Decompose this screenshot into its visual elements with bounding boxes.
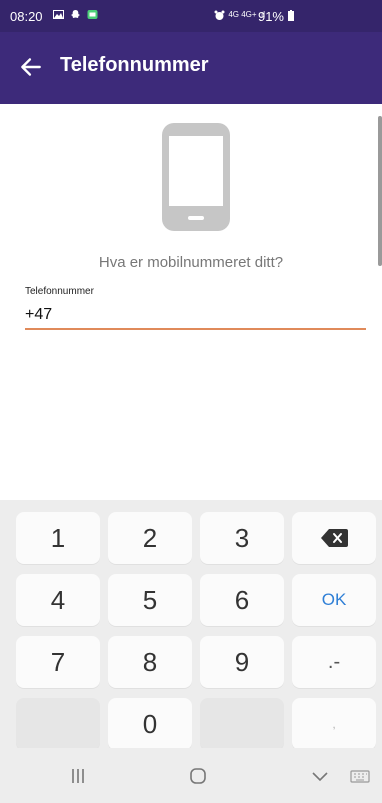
blank-key-right — [200, 698, 284, 750]
key-3[interactable]: 3 — [200, 512, 284, 564]
phone-question: Hva er mobilnummeret ditt? — [98, 254, 284, 271]
page-title: Telefonnummer — [60, 54, 209, 76]
key-1[interactable]: 1 — [16, 512, 100, 564]
key-4[interactable]: 4 — [16, 574, 100, 626]
gallery-icon — [53, 10, 64, 19]
key-5[interactable]: 5 — [108, 574, 192, 626]
numeric-keyboard: 1 2 3 4 5 6 OK 7 8 9 .- 0 , — [0, 500, 382, 750]
status-bar: 08:20 4G 4G+ .ıl 91% — [0, 0, 382, 32]
back-arrow-icon[interactable] — [18, 54, 44, 80]
phone-number-input[interactable] — [25, 302, 366, 330]
recent-apps-icon[interactable] — [66, 764, 90, 788]
home-icon[interactable] — [186, 764, 210, 788]
system-nav-bar — [0, 748, 382, 803]
key-9[interactable]: 9 — [200, 636, 284, 688]
key-8[interactable]: 8 — [108, 636, 192, 688]
key-2[interactable]: 2 — [108, 512, 192, 564]
smartphone-icon — [162, 123, 230, 231]
blank-key-left — [16, 698, 100, 750]
ok-key[interactable]: OK — [292, 574, 376, 626]
key-7[interactable]: 7 — [16, 636, 100, 688]
keyboard-icon[interactable] — [348, 764, 372, 788]
back-chevron-icon[interactable] — [308, 764, 332, 788]
alarm-icon — [214, 10, 225, 20]
backspace-key[interactable] — [292, 512, 376, 564]
dot-dash-key[interactable]: .- — [292, 636, 376, 688]
scrollbar[interactable] — [378, 116, 382, 266]
snapchat-icon — [71, 10, 80, 18]
message-icon — [87, 10, 98, 19]
key-0[interactable]: 0 — [108, 698, 192, 750]
comma-key[interactable]: , — [292, 698, 376, 750]
battery-icon — [288, 10, 294, 21]
app-bar: Telefonnummer — [0, 32, 382, 104]
key-6[interactable]: 6 — [200, 574, 284, 626]
battery-percent: 91% — [257, 9, 284, 24]
phone-entry-content: Hva er mobilnummeret ditt? Telefonnummer — [0, 104, 382, 500]
notification-icons — [53, 9, 98, 20]
backspace-icon — [321, 529, 348, 547]
phone-field-label: Telefonnummer — [25, 286, 94, 297]
status-time: 08:20 — [10, 9, 43, 24]
